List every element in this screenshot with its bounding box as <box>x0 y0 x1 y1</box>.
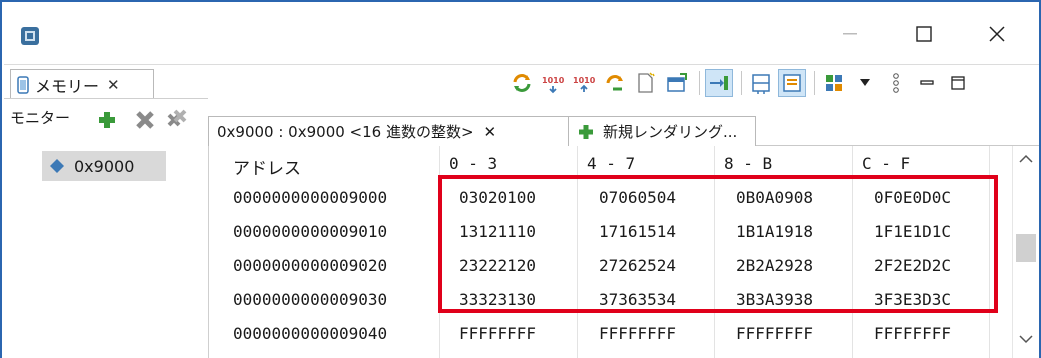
new-file-icon <box>638 72 655 93</box>
import-binary-icon: 1010 <box>542 76 565 94</box>
rendering-tab-close-icon[interactable]: ✕ <box>484 123 497 141</box>
memory-cell[interactable]: FFFFFFFF <box>599 324 676 343</box>
memory-toolbar: 1010 1010 <box>508 69 975 97</box>
toolbar-separator <box>814 71 815 95</box>
scrollbar-thumb[interactable] <box>1016 234 1036 262</box>
new-rendering-tab[interactable]: 新規レンダリング... <box>568 116 756 146</box>
memory-view-close-icon[interactable]: ✕ <box>107 76 120 94</box>
table-row[interactable]: 0000000000009040 FFFFFFFF FFFFFFFF FFFFF… <box>209 318 1009 352</box>
column-header-0-3[interactable]: 0 - 3 <box>449 154 497 173</box>
monitor-diamond-icon <box>50 159 64 173</box>
maximize-view-icon <box>951 76 965 90</box>
view-minimize-button[interactable] <box>913 69 941 97</box>
monitor-item-label: 0x9000 <box>74 156 135 176</box>
vertical-scrollbar[interactable] <box>1012 146 1039 358</box>
memory-view-tab[interactable]: メモリー ✕ <box>10 69 154 99</box>
highlight-box <box>438 175 998 313</box>
more-vertical-icon <box>893 73 899 93</box>
layout-button[interactable] <box>820 69 848 97</box>
refresh-arrows-icon <box>513 74 531 92</box>
close-button[interactable] <box>977 16 1017 52</box>
rendering-tab-strip: 0x9000 : 0x9000 <16 進数の整数> ✕ 新規レンダリング... <box>208 116 1039 146</box>
column-header-4-7[interactable]: 4 - 7 <box>587 154 635 173</box>
link-rendering-button[interactable] <box>705 69 733 97</box>
export-binary-button[interactable]: 1010 <box>570 69 598 97</box>
reset-button[interactable] <box>601 69 629 97</box>
memory-view-label: メモリー <box>35 76 100 96</box>
new-tab-button[interactable] <box>663 69 691 97</box>
rendering-tab-hex[interactable]: 0x9000 : 0x9000 <16 進数の整数> ✕ <box>208 116 570 146</box>
minimize-button[interactable] <box>830 16 870 52</box>
add-monitor-icon[interactable] <box>96 109 118 131</box>
reset-arrows-icon <box>606 75 623 91</box>
monitors-pane: モニター 0x9000 <box>4 98 208 358</box>
import-binary-button[interactable]: 1010 <box>539 69 567 97</box>
split-pane-icon <box>752 74 770 94</box>
column-header-c-f[interactable]: C - F <box>862 154 910 173</box>
row-address: 0000000000009010 <box>233 222 388 241</box>
view-toolbar: メモリー ✕ 1010 1010 <box>4 64 1039 99</box>
svg-text:1010: 1010 <box>573 76 596 85</box>
new-rendering-label: 新規レンダリング... <box>603 123 738 141</box>
title-bar <box>2 2 1039 64</box>
layout-dropdown-button[interactable] <box>851 69 879 97</box>
column-header-address[interactable]: アドレス <box>233 154 301 179</box>
row-address: 0000000000009040 <box>233 324 388 343</box>
memory-view-icon <box>17 75 29 94</box>
add-rendering-icon <box>579 124 593 139</box>
svg-text:1010: 1010 <box>542 76 565 85</box>
monitor-item[interactable]: 0x9000 <box>42 151 166 181</box>
export-binary-icon: 1010 <box>573 76 596 92</box>
scroll-down-icon[interactable] <box>1019 334 1033 344</box>
toolbar-separator <box>741 71 742 95</box>
new-file-button[interactable] <box>632 69 660 97</box>
minimize-view-icon <box>920 80 934 85</box>
dropdown-arrow-icon <box>860 79 870 86</box>
maximize-icon <box>916 26 932 42</box>
close-icon <box>989 26 1005 42</box>
monitors-pane-icon <box>783 74 801 92</box>
remove-monitor-icon[interactable] <box>134 109 156 131</box>
memory-cell[interactable]: FFFFFFFF <box>736 324 813 343</box>
app-chip-icon <box>21 27 39 45</box>
toolbar-separator <box>699 71 700 95</box>
scroll-up-icon[interactable] <box>1019 154 1033 164</box>
refresh-button[interactable] <box>508 69 536 97</box>
monitors-title: モニター <box>10 109 71 127</box>
app-window: メモリー ✕ 1010 1010 モニター 0x9000 0x9000: 0x… <box>0 0 1041 358</box>
view-maximize-button[interactable] <box>944 69 972 97</box>
remove-all-monitors-icon[interactable] <box>166 109 188 131</box>
link-arrow-icon <box>710 76 728 90</box>
toggle-memory-monitors-button[interactable] <box>778 69 806 97</box>
maximize-button[interactable] <box>904 16 944 52</box>
minimize-icon <box>843 33 857 35</box>
column-header-8-b[interactable]: 8 - B <box>724 154 772 173</box>
memory-cell[interactable]: FFFFFFFF <box>874 324 951 343</box>
layout-grid-icon <box>826 75 842 91</box>
row-address: 0000000000009030 <box>233 290 388 309</box>
view-menu-button[interactable] <box>882 69 910 97</box>
toggle-split-pane-button[interactable] <box>747 69 775 97</box>
memory-cell[interactable]: FFFFFFFF <box>459 324 536 343</box>
row-address: 0000000000009020 <box>233 256 388 275</box>
rendering-tab-label: 0x9000 : 0x9000 <16 進数の整数> <box>217 123 474 141</box>
new-tab-icon <box>667 73 687 92</box>
row-address: 0000000000009000 <box>233 188 388 207</box>
